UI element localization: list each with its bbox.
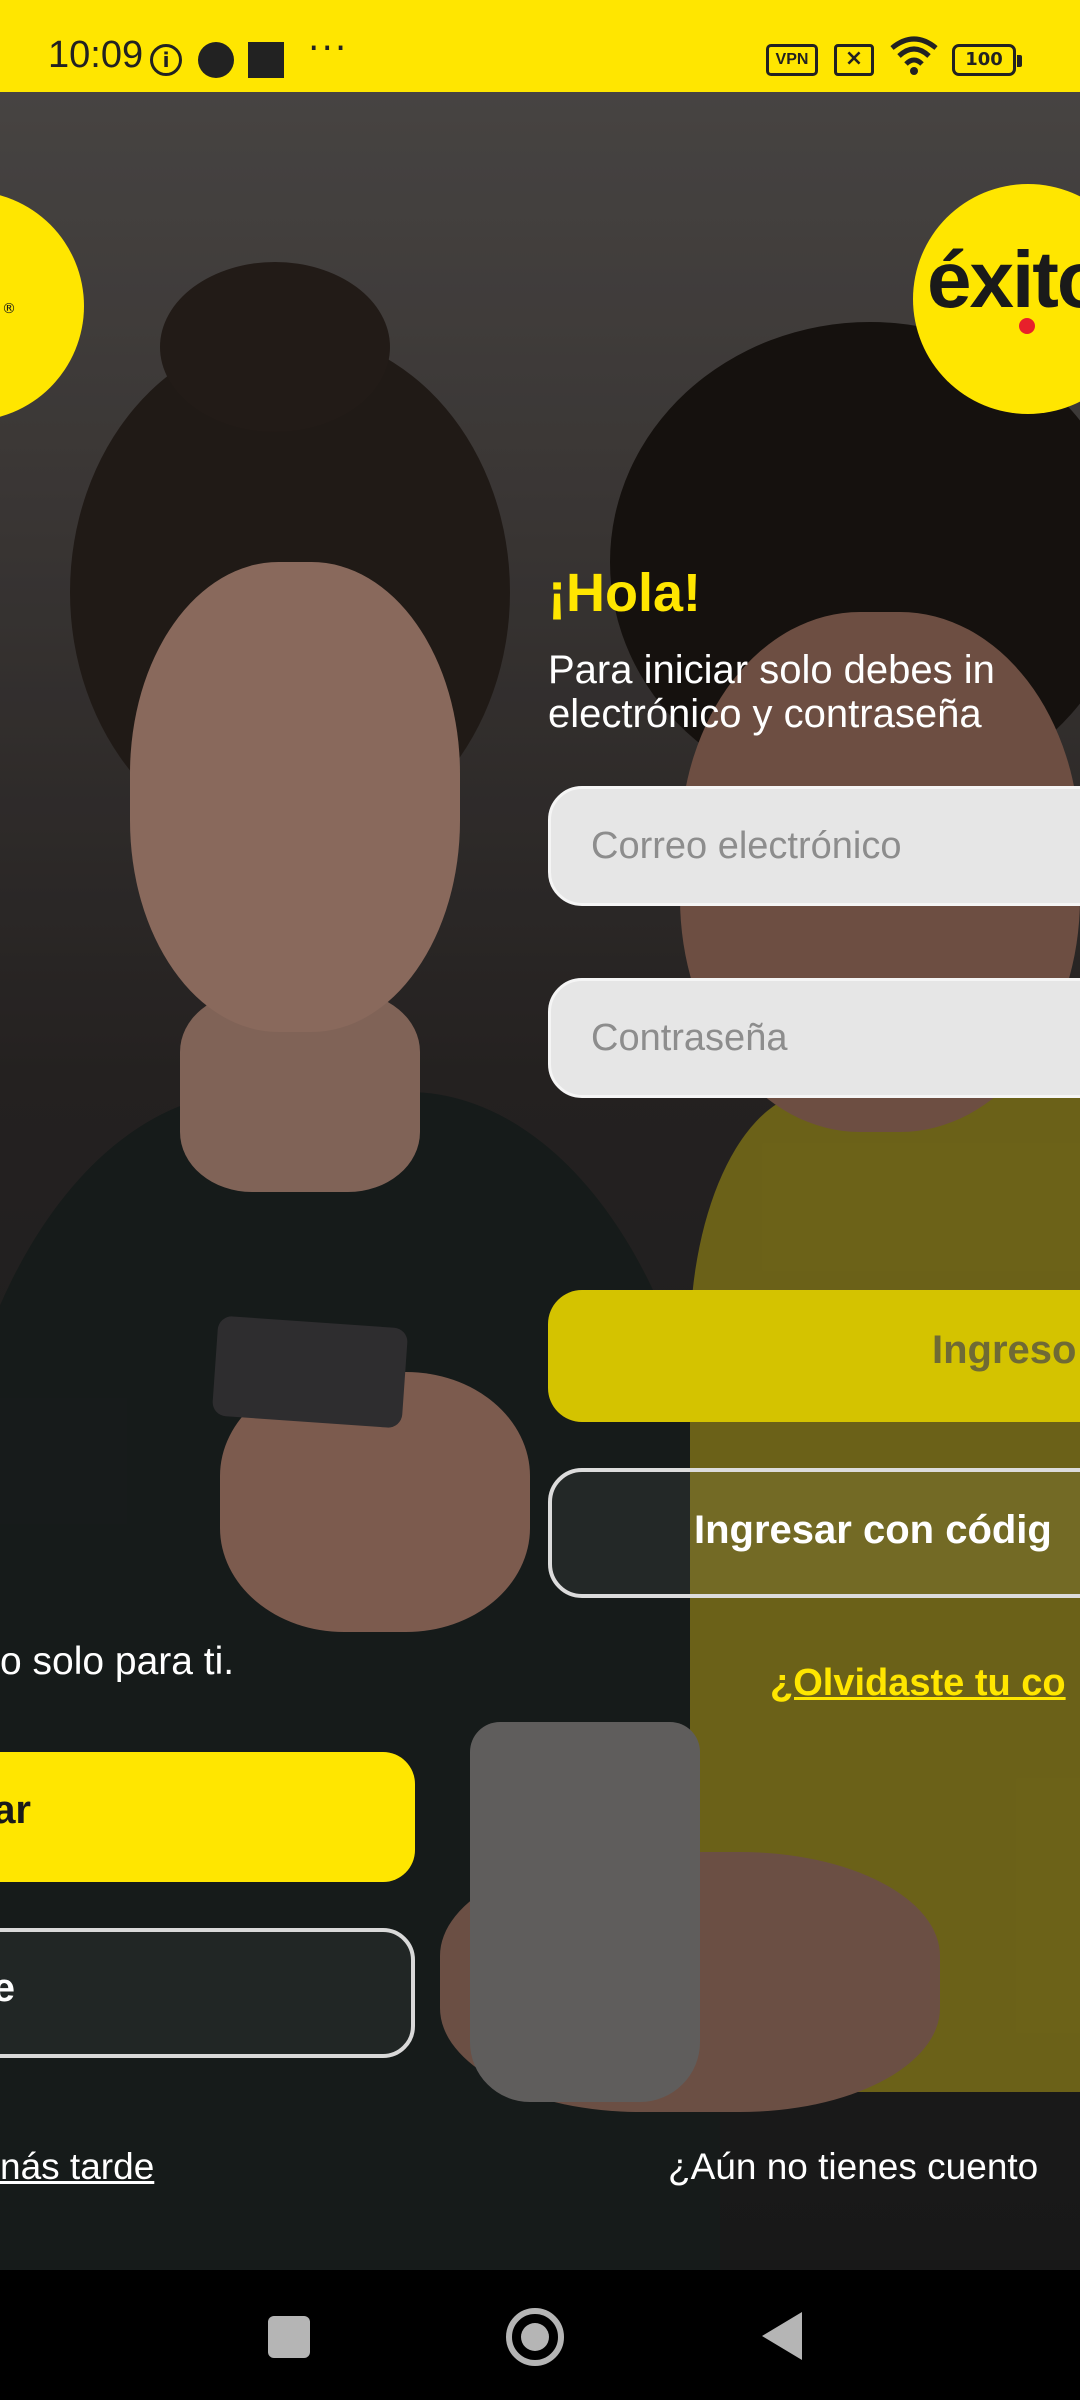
wifi-icon	[890, 36, 938, 80]
app-notification-icon	[198, 42, 234, 78]
intro-line-2: electrónico y contraseña	[548, 692, 982, 736]
navigation-bar	[0, 2270, 1080, 2400]
left-primary-button-label: ar	[0, 1788, 31, 1832]
square-notification-icon	[248, 42, 284, 78]
no-sim-icon: ×	[834, 44, 874, 76]
app-screen: 10:09 i ··· VPN × 100 to ® éxito o solo …	[0, 0, 1080, 2400]
intro-text: Para iniciar solo debes in electrónico y…	[548, 648, 995, 736]
left-tagline: o solo para ti.	[0, 1640, 235, 1683]
registered-mark: ®	[2, 301, 16, 317]
login-button[interactable]: Ingreso	[548, 1290, 1080, 1422]
left-later-link[interactable]: nás tarde	[0, 2146, 154, 2188]
greeting-title: ¡Hola!	[548, 563, 701, 623]
status-bar: 10:09 i ··· VPN × 100	[0, 0, 1080, 92]
vpn-icon: VPN	[766, 44, 818, 76]
email-input[interactable]	[591, 789, 1080, 903]
left-secondary-button-label: rse	[0, 1966, 15, 2010]
left-secondary-button[interactable]: rse	[0, 1928, 415, 2058]
forgot-password-link[interactable]: ¿Olvidaste tu co	[770, 1662, 1066, 1705]
status-time: 10:09	[48, 34, 144, 76]
back-triangle-icon[interactable]	[762, 2312, 802, 2360]
logo-dot	[1019, 318, 1035, 334]
login-with-code-label: Ingresar con códig	[694, 1508, 1052, 1552]
recents-square-icon[interactable]	[268, 2316, 310, 2358]
login-with-code-button[interactable]: Ingresar con códig	[548, 1468, 1080, 1598]
more-notifications-icon: ···	[308, 28, 349, 69]
home-circle-icon[interactable]	[506, 2308, 564, 2366]
signup-prompt[interactable]: ¿Aún no tienes cuento	[668, 2146, 1038, 2188]
intro-line-1: Para iniciar solo debes in	[548, 648, 995, 692]
email-field[interactable]	[548, 786, 1080, 906]
battery-icon: 100	[952, 44, 1022, 76]
login-button-label: Ingreso	[932, 1328, 1077, 1372]
info-icon: i	[150, 44, 182, 76]
password-field[interactable]	[548, 978, 1080, 1098]
logo-text: éxito	[927, 235, 1080, 324]
left-primary-button[interactable]: ar	[0, 1752, 415, 1882]
password-input[interactable]	[591, 981, 1080, 1095]
